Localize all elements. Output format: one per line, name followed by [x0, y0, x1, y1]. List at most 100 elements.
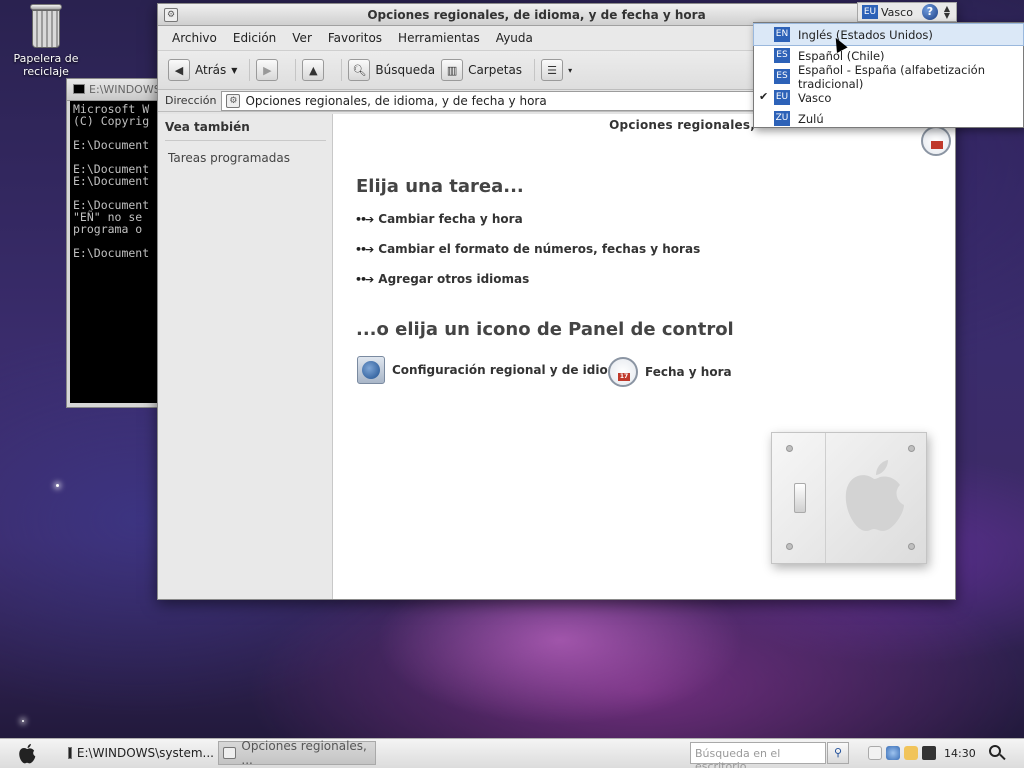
menu-herramientas[interactable]: Herramientas: [390, 31, 488, 45]
language-code-badge: EU: [862, 5, 878, 19]
language-option-es-es[interactable]: ES Español - España (alfabetización trad…: [754, 63, 1023, 91]
trash-icon: [28, 4, 64, 48]
date-time-applet[interactable]: 17 Fecha y hora: [608, 357, 732, 387]
language-code-badge: ZU: [774, 111, 790, 126]
back-label: Atrás: [195, 63, 227, 77]
console-titlebar[interactable]: E:\WINDOWS: [67, 79, 165, 101]
task-pane: Vea también Tareas programadas: [158, 114, 333, 599]
applet-label: Fecha y hora: [645, 365, 732, 379]
search-button[interactable]: 🔍︎ Búsqueda: [348, 57, 435, 83]
console-line: programa o: [73, 222, 143, 236]
console-window[interactable]: E:\WINDOWS Microsoft W (C) Copyrig E:\Doc…: [66, 78, 166, 408]
control-panel-icon: ⚙: [164, 8, 178, 22]
window-content: Vea también Tareas programadas Opciones …: [158, 114, 955, 599]
up-button[interactable]: ▲: [302, 57, 329, 83]
clock-calendar-icon: 17: [608, 357, 638, 387]
system-tray: [868, 746, 936, 760]
command-prompt-icon: [68, 747, 72, 759]
views-icon: ☰: [541, 59, 564, 81]
search-go-button[interactable]: ⚲: [827, 742, 849, 764]
recycle-bin-desktop-icon[interactable]: Papelera de reciclaje: [10, 4, 82, 78]
up-arrow-icon: ▲: [302, 59, 325, 81]
task-label: Agregar otros idiomas: [378, 272, 530, 286]
back-arrow-icon: ◀: [168, 59, 190, 81]
command-prompt-icon: [73, 84, 85, 94]
console-line: E:\Document: [73, 138, 150, 152]
language-bar-options-icon[interactable]: ▲ ▼: [944, 5, 950, 20]
taskbar-item-label: E:\WINDOWS\system...: [76, 746, 214, 760]
console-line: (C) Copyrig: [73, 114, 150, 128]
menu-ayuda[interactable]: Ayuda: [488, 31, 541, 45]
recycle-bin-label: Papelera de reciclaje: [13, 52, 79, 78]
forward-arrow-icon: ▶: [256, 59, 279, 81]
console-line: E:\Document: [73, 174, 150, 188]
start-apple-icon[interactable]: [16, 743, 38, 765]
menu-favoritos[interactable]: Favoritos: [320, 31, 390, 45]
sidebar-item-scheduled-tasks[interactable]: Tareas programadas: [165, 151, 326, 165]
pick-icon-heading: ...o elija un icono de Panel de control: [356, 319, 734, 340]
forward-button[interactable]: ▶: [256, 57, 283, 83]
desktop-star: [56, 484, 59, 487]
light-switch-illustration: [771, 432, 927, 564]
toolbar-separator: [341, 59, 343, 81]
language-code-badge: EN: [774, 27, 790, 42]
spotlight-search-icon[interactable]: [988, 744, 1006, 762]
clock[interactable]: 14:30: [944, 747, 976, 760]
search-label: Búsqueda: [375, 63, 436, 77]
menu-ver[interactable]: Ver: [284, 31, 320, 45]
language-code-badge: EU: [774, 90, 790, 105]
views-button[interactable]: ☰ ▾: [541, 57, 572, 83]
task-change-date-time[interactable]: ••➔ Cambiar fecha y hora: [355, 212, 523, 226]
task-label: Cambiar fecha y hora: [378, 212, 523, 226]
tray-icon[interactable]: [868, 746, 882, 760]
folders-icon: ▥: [441, 59, 464, 81]
network-icon[interactable]: [886, 746, 900, 760]
volume-icon[interactable]: [904, 746, 918, 760]
taskbar-item-console[interactable]: E:\WINDOWS\system...: [64, 741, 214, 765]
address-label: Dirección: [165, 94, 217, 107]
current-language: Vasco: [881, 5, 913, 19]
taskbar-item-regional-options[interactable]: Opciones regionales, ...: [218, 739, 376, 767]
applet-label: Configuración regional y de idioma: [392, 363, 629, 377]
taskbar-item-label: Opciones regionales, ...: [241, 739, 367, 767]
language-option-zu[interactable]: ZU Zulú: [754, 108, 1023, 129]
date-time-category-icon: [921, 126, 951, 156]
apple-logo-icon: [845, 460, 904, 531]
language-bar[interactable]: EU Vasco ? ▲ ▼: [857, 2, 957, 22]
menu-archivo[interactable]: Archivo: [164, 31, 225, 45]
desktop-search-input[interactable]: Búsqueda en el escritorio: [690, 742, 826, 768]
console-title: E:\WINDOWS: [89, 83, 161, 96]
language-option-en-us[interactable]: EN Inglés (Estados Unidos): [753, 23, 1024, 46]
main-pane: Opciones regionales, Elija una tarea... …: [333, 114, 955, 599]
back-button[interactable]: ◀ Atrás ▼: [168, 57, 237, 83]
folders-button[interactable]: ▥ Carpetas: [441, 57, 522, 83]
task-arrow-icon: ••➔: [355, 272, 374, 286]
toolbar-separator: [249, 59, 251, 81]
help-icon[interactable]: ?: [921, 4, 938, 20]
language-code-badge: ES: [774, 69, 790, 84]
battery-icon[interactable]: [922, 746, 936, 760]
language-code-badge: ES: [774, 48, 790, 63]
views-dropdown-icon[interactable]: ▾: [568, 66, 572, 75]
back-dropdown-icon[interactable]: ▼: [231, 66, 237, 75]
language-label: Vasco: [798, 90, 832, 105]
menu-edicion[interactable]: Edición: [225, 31, 284, 45]
folders-label: Carpetas: [468, 63, 523, 77]
pick-task-heading: Elija una tarea...: [356, 176, 524, 197]
magnifier-icon: 🔍︎: [348, 59, 371, 81]
toolbar-separator: [534, 59, 536, 81]
language-option-eu[interactable]: ✔ EU Vasco: [754, 87, 1023, 108]
console-line: E:\Document: [73, 246, 150, 260]
desktop-star: [22, 720, 24, 722]
regional-language-applet[interactable]: Configuración regional y de idioma: [357, 356, 628, 384]
task-change-number-format[interactable]: ••➔ Cambiar el formato de números, fecha…: [355, 242, 700, 256]
task-arrow-icon: ••➔: [355, 242, 374, 256]
globe-flag-icon: [357, 356, 385, 384]
toolbar-separator: [295, 59, 297, 81]
control-panel-small-icon: ⚙: [226, 93, 241, 108]
taskbar: E:\WINDOWS\system... Opciones regionales…: [0, 738, 1024, 768]
console-output[interactable]: Microsoft W (C) Copyrig E:\Document E:\Do…: [70, 101, 166, 403]
see-also-heading: Vea también: [165, 120, 326, 141]
task-add-languages[interactable]: ••➔ Agregar otros idiomas: [355, 272, 529, 286]
control-panel-icon: [223, 747, 237, 759]
